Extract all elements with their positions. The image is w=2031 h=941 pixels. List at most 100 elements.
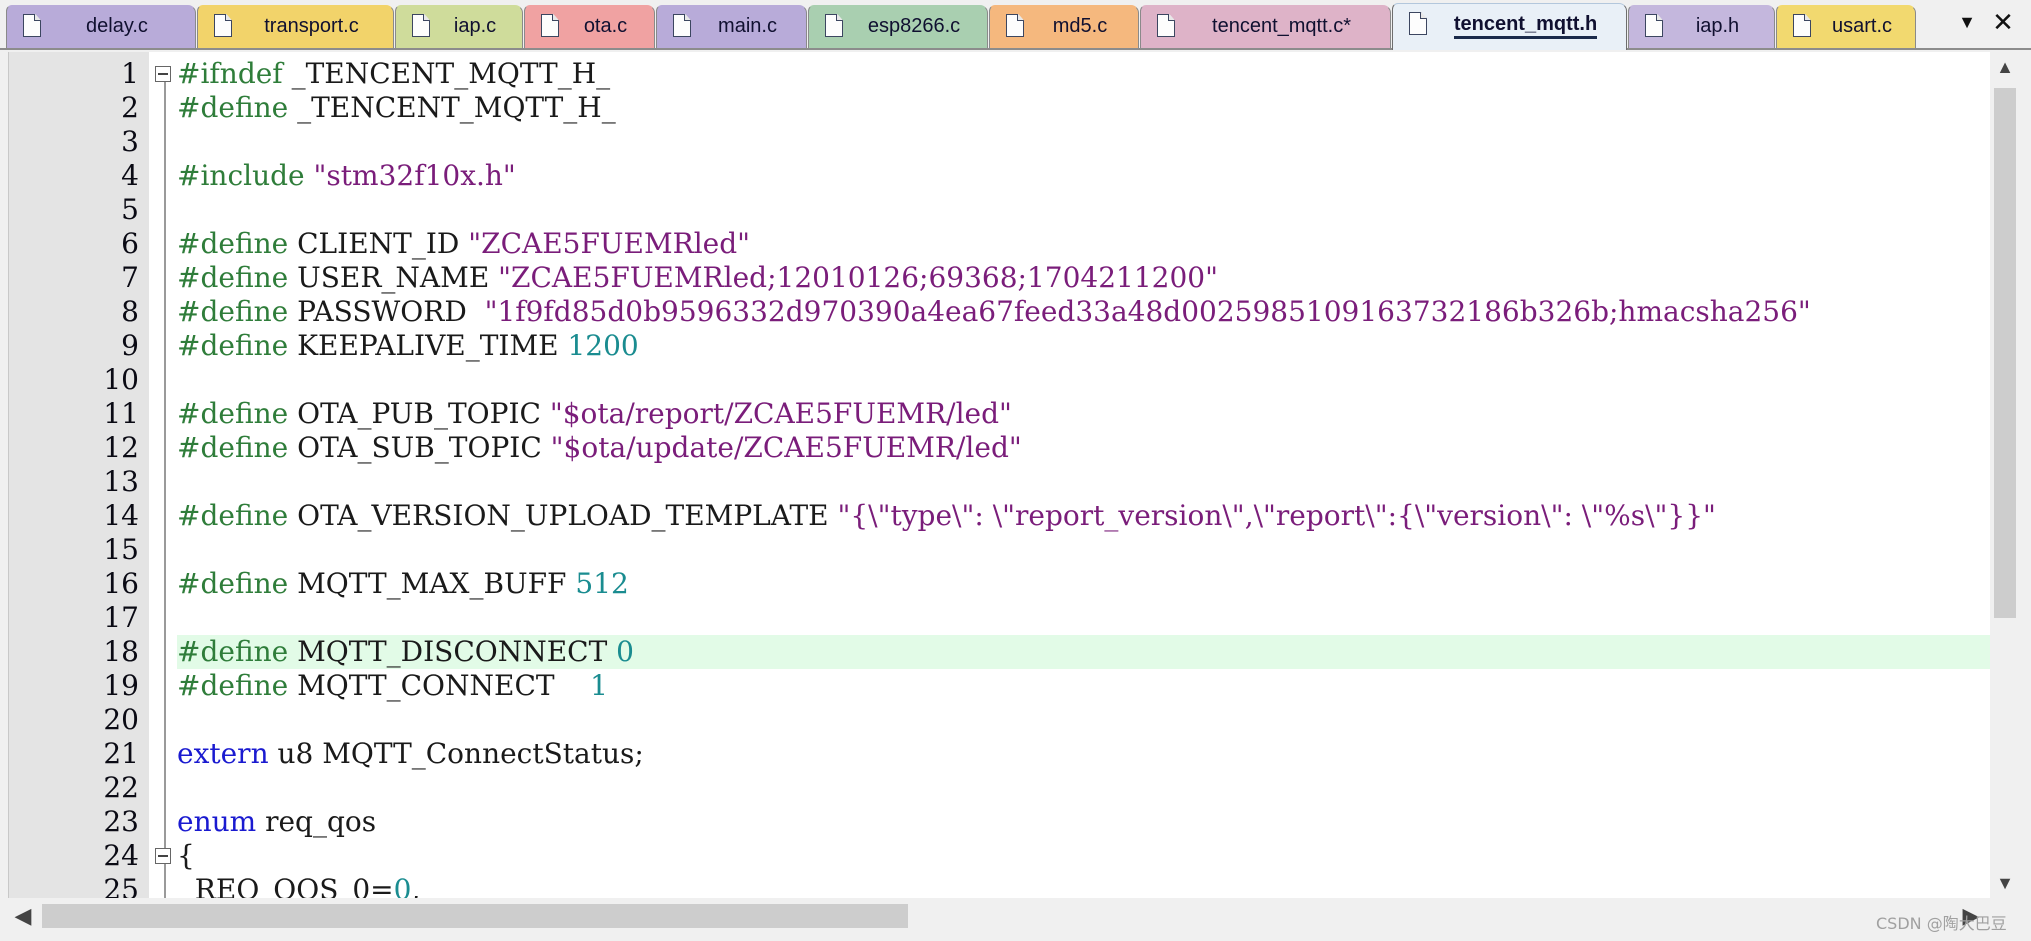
code-token: PASSWORD (288, 295, 485, 328)
code-text: #define MQTT_MAX_BUFF 512 (177, 567, 629, 601)
line-number: 10 (103, 363, 139, 396)
code-token: , (411, 873, 421, 898)
code-line[interactable]: 8 #define PASSWORD "1f9fd85d0b9596332d970… (9, 295, 1991, 329)
line-number: 3 (121, 125, 139, 158)
code-token: "ZCAE5FUEMRled;12010126;69368;1704211200… (498, 261, 1218, 294)
fold-collapse-icon[interactable] (155, 848, 171, 864)
close-tab-icon[interactable]: ✕ (1990, 9, 2016, 35)
code-line[interactable]: 24 { (9, 839, 1991, 873)
code-text: #define OTA_PUB_TOPIC "$ota/report/ZCAE5… (177, 397, 1012, 431)
code-token: #define (177, 567, 289, 600)
code-line[interactable]: 25 REQ_QOS_0=0, (9, 873, 1991, 898)
code-token: USER_NAME (288, 261, 499, 294)
code-line[interactable]: 20 (9, 703, 1991, 737)
code-line[interactable]: 17 (9, 601, 1991, 635)
code-line[interactable]: 18 #define MQTT_DISCONNECT 0 (9, 635, 1991, 669)
code-token: #define (177, 295, 289, 328)
tab-main-c[interactable]: main.c (656, 5, 807, 48)
tab-list-dropdown-icon[interactable]: ▼ (1957, 12, 1977, 32)
code-token: "$ota/report/ZCAE5FUEMR/led" (549, 397, 1012, 430)
tab-delay-c[interactable]: delay.c (6, 5, 196, 48)
line-number: 16 (103, 567, 139, 600)
code-token: #define (177, 261, 289, 294)
code-line[interactable]: 22 (9, 771, 1991, 805)
vertical-scroll-thumb[interactable] (1994, 88, 2016, 618)
code-token: "stm32f10x.h" (313, 159, 516, 192)
horizontal-scrollbar[interactable]: ◀ ▶ (0, 898, 1990, 934)
code-token: { (177, 839, 195, 872)
code-token: 1 (590, 669, 608, 702)
code-text: #include "stm32f10x.h" (177, 159, 516, 193)
code-token: 0 (616, 635, 634, 668)
code-editor[interactable]: 1 #ifndef _TENCENT_MQTT_H_ 2 #define _TENCE… (8, 52, 1991, 898)
code-line[interactable]: 4 #include "stm32f10x.h" (9, 159, 1991, 193)
code-line[interactable]: 10 (9, 363, 1991, 397)
horizontal-scroll-thumb[interactable] (42, 904, 908, 928)
code-text: #define OTA_SUB_TOPIC "$ota/update/ZCAE5… (177, 431, 1022, 465)
tab-label: iap.c (453, 15, 497, 37)
code-line[interactable]: 14 #define OTA_VERSION_UPLOAD_TEMPLATE "{… (9, 499, 1991, 533)
code-line[interactable]: 9 #define KEEPALIVE_TIME 1200 (9, 329, 1991, 363)
tab-md5-c[interactable]: md5.c (989, 5, 1139, 48)
code-text: #define MQTT_CONNECT 1 (177, 669, 608, 703)
code-line[interactable]: 13 (9, 465, 1991, 499)
line-number: 4 (121, 159, 139, 192)
tab-transport-c[interactable]: transport.c (197, 5, 394, 48)
code-text: #define USER_NAME "ZCAE5FUEMRled;1201012… (177, 261, 1218, 295)
code-line[interactable]: 16 #define MQTT_MAX_BUFF 512 (9, 567, 1991, 601)
tab-label: main.c (718, 15, 777, 37)
tab-tencent-mqtt-h[interactable]: tencent_mqtt.h (1392, 3, 1627, 50)
code-token: MQTT_CONNECT (288, 669, 591, 702)
code-token: #define (177, 397, 289, 430)
tab-tencent-mqtt-c[interactable]: tencent_mqtt.c* (1140, 5, 1391, 48)
code-line[interactable]: 2 #define _TENCENT_MQTT_H_ (9, 91, 1991, 125)
vertical-scrollbar[interactable]: ▲ ▼ (1990, 52, 2020, 898)
tab-label: transport.c (264, 15, 359, 37)
code-token: #include (177, 159, 305, 192)
code-line[interactable]: 12 #define OTA_SUB_TOPIC "$ota/update/ZCA… (9, 431, 1991, 465)
tab-ota-c[interactable]: ota.c (524, 5, 655, 48)
line-number: 11 (103, 397, 139, 430)
scroll-left-arrow-icon[interactable]: ◀ (8, 898, 38, 934)
code-line[interactable]: 7 #define USER_NAME "ZCAE5FUEMRled;120101… (9, 261, 1991, 295)
code-line[interactable]: 19 #define MQTT_CONNECT 1 (9, 669, 1991, 703)
code-token: CLIENT_ID (288, 227, 469, 260)
tab-iap-h[interactable]: iap.h (1628, 5, 1775, 48)
line-number: 8 (121, 295, 139, 328)
tab-label: md5.c (1052, 15, 1108, 37)
code-token: #define (177, 635, 289, 668)
file-tab-bar: ▼ ✕ delay.c transport.c iap.c ota.c main.c es… (0, 0, 2031, 50)
scroll-down-arrow-icon[interactable]: ▼ (1990, 868, 2020, 898)
code-text: enum req_qos (177, 805, 376, 839)
code-token: 512 (575, 567, 629, 600)
watermark: CSDN @陶大巴豆 (1876, 914, 2007, 933)
code-token: OTA_SUB_TOPIC (288, 431, 551, 464)
code-line[interactable]: 21 extern u8 MQTT_ConnectStatus; (9, 737, 1991, 771)
code-line[interactable]: 6 #define CLIENT_ID "ZCAE5FUEMRled" (9, 227, 1991, 261)
line-number: 5 (121, 193, 139, 226)
line-number: 21 (103, 737, 139, 770)
code-line[interactable]: 23 enum req_qos (9, 805, 1991, 839)
tab-esp8266-c[interactable]: esp8266.c (808, 5, 988, 48)
tab-usart-c[interactable]: usart.c (1776, 5, 1916, 48)
code-token: MQTT_MAX_BUFF (288, 567, 576, 600)
code-token: _TENCENT_MQTT_H_ (282, 57, 611, 90)
code-token: 0 (393, 873, 412, 898)
line-number: 7 (121, 261, 139, 294)
tab-label: iap.h (1695, 15, 1740, 37)
code-line[interactable]: 3 (9, 125, 1991, 159)
code-token: _TENCENT_MQTT_H_ (288, 91, 616, 124)
code-line[interactable]: 11 #define OTA_PUB_TOPIC "$ota/report/ZCA… (9, 397, 1991, 431)
fold-collapse-icon[interactable] (155, 66, 171, 82)
code-line[interactable]: 5 (9, 193, 1991, 227)
fold-range-line (164, 82, 166, 898)
code-text: #define KEEPALIVE_TIME 1200 (177, 329, 639, 363)
line-number: 13 (103, 465, 139, 498)
tab-label: esp8266.c (867, 15, 961, 37)
scroll-up-arrow-icon[interactable]: ▲ (1990, 52, 2020, 82)
tab-iap-c[interactable]: iap.c (395, 5, 523, 48)
code-line[interactable]: 1 #ifndef _TENCENT_MQTT_H_ (9, 57, 1991, 91)
code-line[interactable]: 15 (9, 533, 1991, 567)
line-number: 18 (103, 635, 139, 668)
